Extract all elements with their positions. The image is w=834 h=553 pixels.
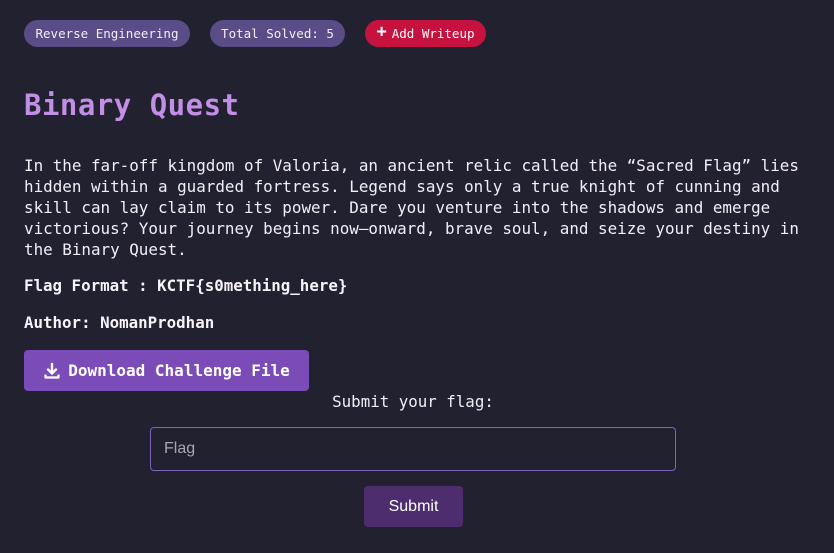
- add-writeup-label: Add Writeup: [391, 26, 475, 41]
- download-challenge-button[interactable]: Download Challenge File: [24, 350, 309, 391]
- submit-flag-label: Submit your flag:: [332, 392, 494, 411]
- flag-format-text: Flag Format : KCTF{s0mething_here}: [24, 276, 348, 295]
- author-text: Author: NomanProdhan: [24, 313, 215, 332]
- add-writeup-button[interactable]: + Add Writeup: [365, 20, 486, 47]
- flag-input[interactable]: [150, 427, 676, 471]
- category-badge: Reverse Engineering: [24, 20, 190, 47]
- solved-count-badge: Total Solved: 5: [210, 20, 345, 47]
- challenge-description: In the far-off kingdom of Valoria, an an…: [24, 156, 799, 259]
- download-button-label: Download Challenge File: [68, 361, 290, 380]
- plus-icon: +: [376, 21, 387, 42]
- challenge-badges: Reverse Engineering Total Solved: 5 + Ad…: [24, 20, 486, 47]
- download-icon: [44, 362, 60, 379]
- submit-button[interactable]: Submit: [364, 486, 463, 527]
- challenge-title: Binary Quest: [24, 88, 240, 122]
